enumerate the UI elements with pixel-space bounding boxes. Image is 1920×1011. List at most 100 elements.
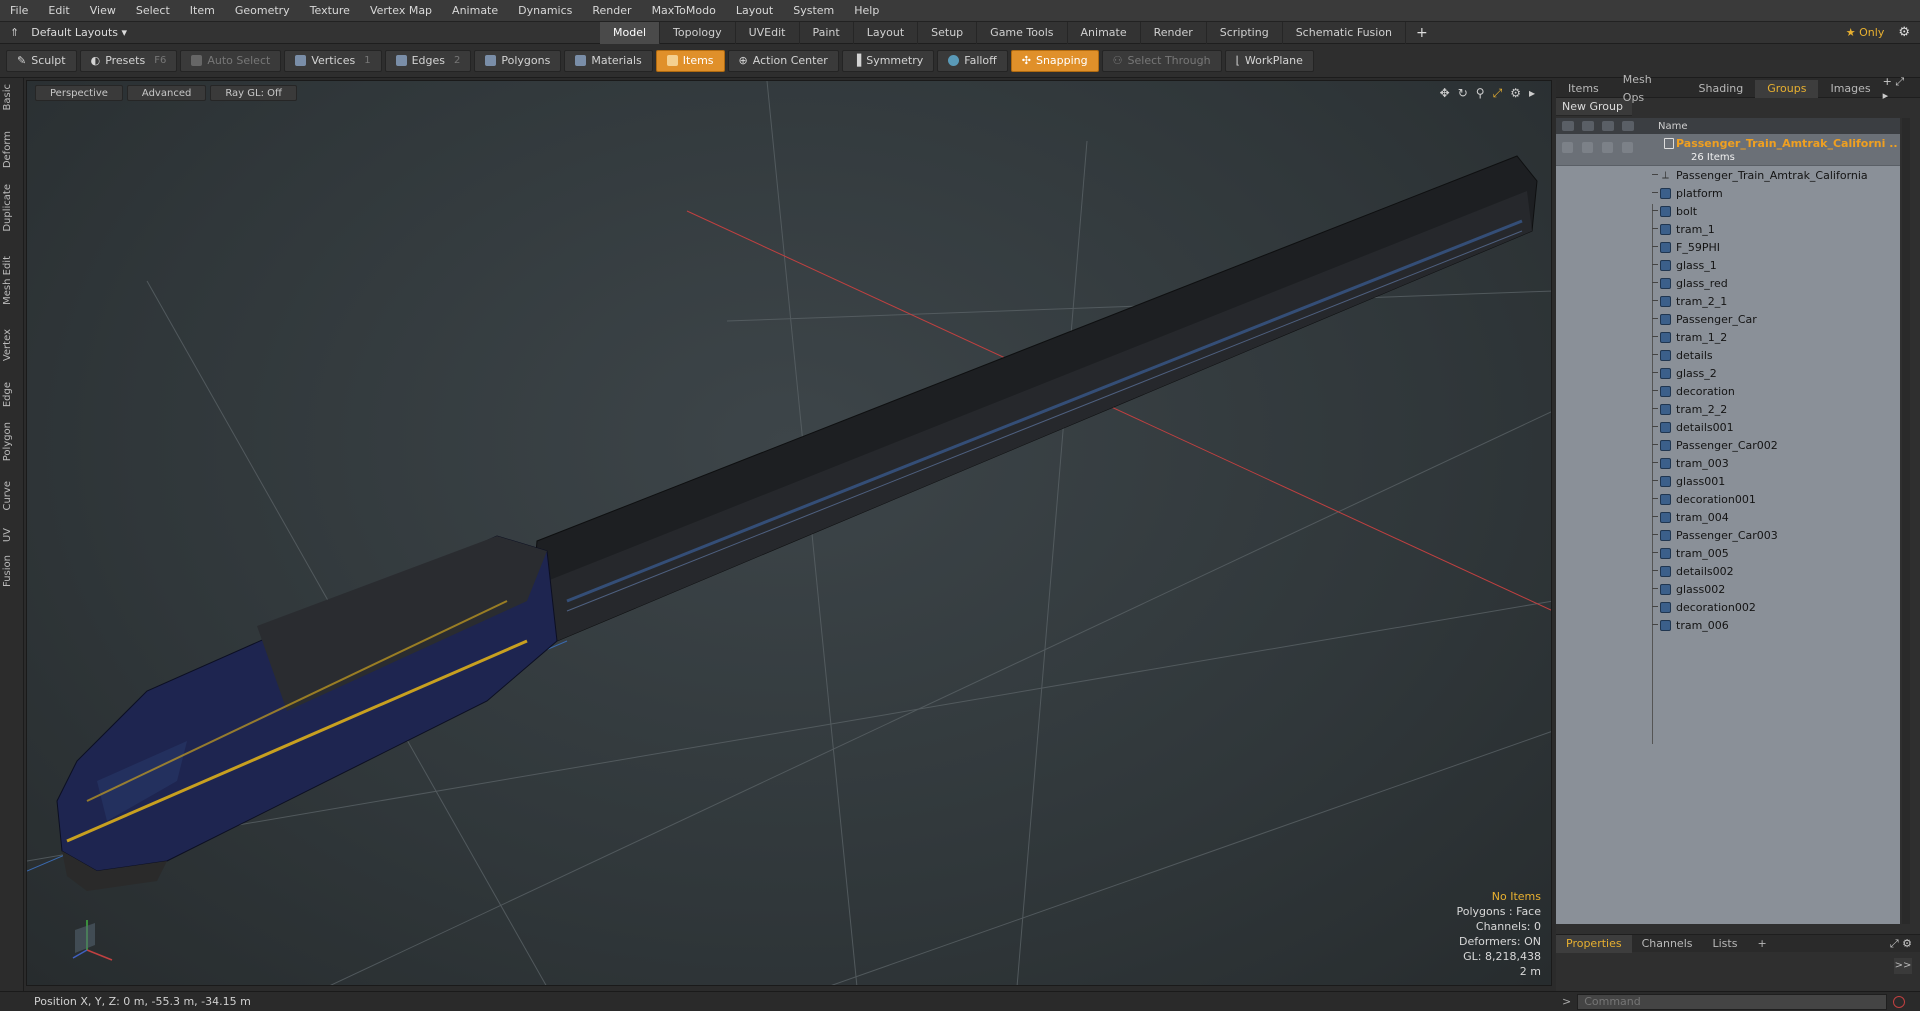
stop-icon[interactable] [1893,995,1906,1008]
list-item[interactable]: tram_004 [1556,508,1900,526]
menu-texture[interactable]: Texture [300,0,360,22]
gear-icon[interactable]: ⚙ [1898,25,1910,40]
left-tab-basic[interactable]: Basic [2,84,22,110]
bottom-tab-lists[interactable]: Lists [1703,935,1748,953]
group-row[interactable]: Passenger_Train_Amtrak_Californi ... 26 … [1556,134,1900,166]
tree-scrollbar[interactable] [1902,118,1910,924]
eye-icon[interactable] [1562,121,1574,131]
pan-icon[interactable]: ✥ [1440,86,1450,101]
left-tab-mesh-edit[interactable]: Mesh Edit [2,256,22,305]
items-button[interactable]: Items [655,49,725,72]
bottom-add-tab-button[interactable]: + [1747,935,1776,953]
list-item[interactable]: tram_2_2 [1556,400,1900,418]
menu-render[interactable]: Render [582,0,641,22]
tab-layout[interactable]: Layout [854,21,919,44]
rotate-icon[interactable]: ↻ [1458,86,1468,101]
tab-topology[interactable]: Topology [660,21,736,44]
panel-tab-images[interactable]: Images [1818,80,1882,98]
menu-item[interactable]: Item [180,0,225,22]
symmetry-button[interactable]: ▐ Symmetry [841,49,935,72]
workplane-button[interactable]: ⌊ WorkPlane [1224,49,1314,72]
vertices-button[interactable]: Vertices 1 [284,49,382,72]
tab-game-tools[interactable]: Game Tools [977,21,1068,44]
menu-vertex-map[interactable]: Vertex Map [360,0,442,22]
list-item[interactable]: platform [1556,184,1900,202]
falloff-button[interactable]: Falloff [937,49,1008,72]
lock-toggle-icon[interactable] [1602,142,1613,153]
visibility-eye-icon[interactable] [1562,142,1573,153]
fit-icon[interactable]: ⤢ [1493,86,1503,101]
select-through-button[interactable]: ⚇ Select Through [1101,49,1222,72]
select-toggle-icon[interactable] [1622,142,1633,153]
menu-animate[interactable]: Animate [442,0,508,22]
tab-scripting[interactable]: Scripting [1207,21,1283,44]
panel-add-icon[interactable]: + ⤢ ▸ [1883,75,1920,102]
left-tab-polygon[interactable]: Polygon [2,422,22,461]
tab-animate[interactable]: Animate [1068,21,1141,44]
menu-layout[interactable]: Layout [726,0,783,22]
list-item[interactable]: tram_003 [1556,454,1900,472]
list-item[interactable]: tram_1_2 [1556,328,1900,346]
menu-help[interactable]: Help [844,0,889,22]
list-item[interactable]: Passenger_Car003 [1556,526,1900,544]
list-item[interactable]: tram_2_1 [1556,292,1900,310]
left-tab-deform[interactable]: Deform [2,131,22,168]
only-button[interactable]: ★ Only [1846,26,1885,39]
menu-geometry[interactable]: Geometry [225,0,300,22]
select-icon[interactable] [1622,121,1634,131]
bottom-panel-icons[interactable]: ⤢ ⚙ [1890,937,1920,951]
command-input[interactable] [1577,993,1888,1010]
bottom-tab-properties[interactable]: Properties [1556,934,1632,953]
zoom-icon[interactable]: ⚲ [1476,86,1485,101]
list-item[interactable]: glass_1 [1556,256,1900,274]
up-arrow-icon[interactable]: ⇑ [10,26,19,39]
add-tab-button[interactable]: + [1406,22,1438,44]
tab-setup[interactable]: Setup [918,21,978,44]
list-item[interactable]: ⟂ Passenger_Train_Amtrak_California [1556,166,1900,184]
new-group-button[interactable]: New Group [1556,98,1632,116]
tab-paint[interactable]: Paint [800,21,854,44]
left-tab-fusion[interactable]: Fusion [2,555,22,587]
auto-select-button[interactable]: Auto Select [180,49,282,72]
list-item[interactable]: Passenger_Car002 [1556,436,1900,454]
menu-select[interactable]: Select [126,0,180,22]
render-icon[interactable] [1582,121,1594,131]
bottom-tab-channels[interactable]: Channels [1632,935,1703,953]
polygons-button[interactable]: Polygons [474,49,562,72]
menu-view[interactable]: View [80,0,126,22]
tab-render[interactable]: Render [1141,21,1207,44]
list-item[interactable]: glass002 [1556,580,1900,598]
lock-icon[interactable] [1602,121,1614,131]
list-item[interactable]: F_59PHI [1556,238,1900,256]
expand-icon[interactable]: >> [1894,958,1912,974]
play-icon[interactable]: ▸ [1529,86,1535,101]
perspective-button[interactable]: Perspective [35,85,123,101]
menu-system[interactable]: System [783,0,844,22]
advanced-button[interactable]: Advanced [126,85,207,101]
layout-selector[interactable]: Default Layouts ▾ [31,26,127,39]
tab-model[interactable]: Model [600,21,661,44]
action-center-button[interactable]: ⊕ Action Center [727,49,839,72]
list-item[interactable]: decoration [1556,382,1900,400]
list-item[interactable]: glass001 [1556,472,1900,490]
list-item[interactable]: tram_006 [1556,616,1900,634]
list-item[interactable]: tram_1 [1556,220,1900,238]
raygl-button[interactable]: Ray GL: Off [210,85,297,101]
panel-tab-shading[interactable]: Shading [1687,80,1756,98]
left-tab-duplicate[interactable]: Duplicate [2,184,22,232]
list-item[interactable]: Passenger_Car [1556,310,1900,328]
left-tab-uv[interactable]: UV [2,528,22,542]
list-item[interactable]: tram_005 [1556,544,1900,562]
materials-button[interactable]: Materials [564,49,653,72]
menu-file[interactable]: File [0,0,38,22]
render-toggle-icon[interactable] [1582,142,1593,153]
left-tab-edge[interactable]: Edge [2,382,22,407]
menu-dynamics[interactable]: Dynamics [508,0,582,22]
edges-button[interactable]: Edges 2 [384,49,472,72]
sculpt-button[interactable]: ✎ Sculpt [6,49,77,72]
left-tab-vertex[interactable]: Vertex [2,329,22,361]
snapping-button[interactable]: ✣ Snapping [1010,49,1099,72]
list-item[interactable]: details001 [1556,418,1900,436]
panel-tab-groups[interactable]: Groups [1755,79,1819,98]
tab-schematic-fusion[interactable]: Schematic Fusion [1283,21,1407,44]
